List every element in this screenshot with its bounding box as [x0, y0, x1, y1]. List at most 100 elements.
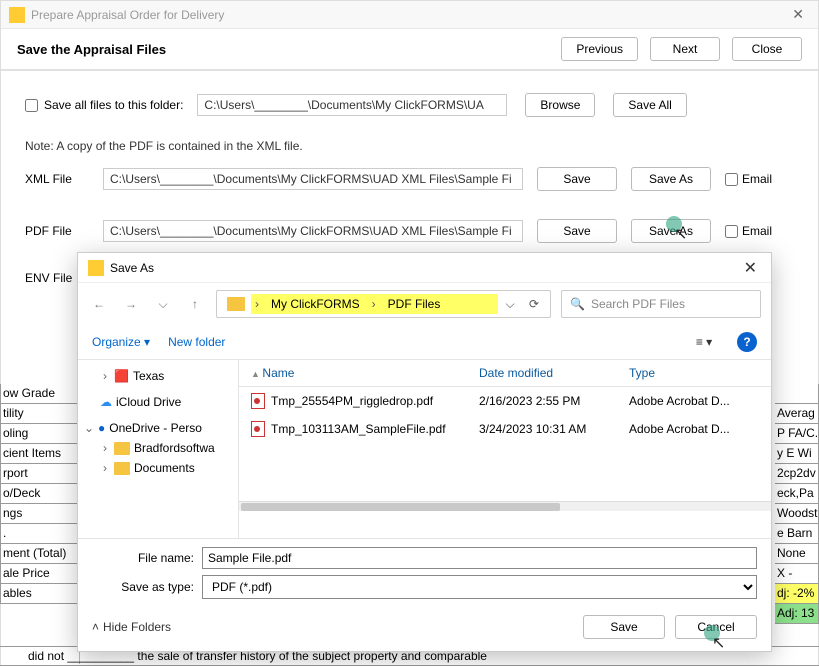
texas-flag-icon: 🟥 [114, 369, 129, 383]
tree-item[interactable]: ⌄ ● OneDrive - Perso [82, 418, 234, 438]
bg-cell: None [775, 544, 819, 564]
tree-label: Texas [133, 369, 164, 383]
saveas-title: Save As [110, 261, 740, 275]
tree-label: Bradfordsoftwa [134, 441, 215, 455]
saveas-close-icon[interactable]: ✕ [740, 258, 761, 278]
bg-cell: o/Deck [0, 484, 79, 504]
tree-label: Documents [134, 461, 195, 475]
file-list: Name Date modified Type Tmp_25554PM_rigg… [238, 360, 771, 538]
file-list-header: Name Date modified Type [239, 360, 771, 387]
file-date: 2/16/2023 2:55 PM [479, 394, 629, 408]
chevron-right-icon[interactable]: › [100, 461, 110, 475]
file-row[interactable]: Tmp_103113AM_SampleFile.pdf 3/24/2023 10… [239, 415, 771, 443]
refresh-icon[interactable]: ⟳ [522, 297, 546, 311]
pdf-icon [251, 393, 265, 409]
bg-cell: 2cp2dv [775, 464, 819, 484]
xml-saveas-button[interactable]: Save As [631, 167, 711, 191]
save-all-path[interactable]: C:\Users\________\Documents\My ClickFORM… [197, 94, 507, 116]
saveas-toolbar: Organize New folder ≡ ▾ ? [78, 325, 771, 359]
chevron-down-icon[interactable]: ⌵ [152, 293, 174, 315]
bg-cell: cient Items [0, 444, 79, 464]
tree-label: iCloud Drive [116, 395, 181, 409]
search-input[interactable]: 🔍 Search PDF Files [561, 290, 761, 318]
xml-path-input[interactable]: C:\Users\________\Documents\My ClickFORM… [103, 168, 523, 190]
breadcrumb-seg[interactable]: PDF Files [380, 294, 449, 314]
background-grid-left: ow Grade tility oling cient Items rport … [0, 384, 80, 664]
search-placeholder: Search PDF Files [591, 297, 685, 311]
view-options-button[interactable]: ≡ ▾ [689, 331, 719, 353]
next-button[interactable]: Next [650, 37, 720, 61]
col-date[interactable]: Date modified [479, 366, 629, 380]
pdf-save-button[interactable]: Save [537, 219, 617, 243]
saveas-form: File name: Save as type: PDF (*.pdf) [78, 539, 771, 609]
bg-cell: tility [0, 404, 79, 424]
onedrive-icon: ● [98, 421, 105, 435]
help-icon[interactable]: ? [737, 332, 757, 352]
bg-cell: . [0, 524, 79, 544]
breadcrumb-seg[interactable]: My ClickFORMS [263, 294, 368, 314]
xml-email-label: Email [742, 172, 772, 186]
pdf-path-input[interactable]: C:\Users\________\Documents\My ClickFORM… [103, 220, 523, 242]
filename-label: File name: [92, 551, 202, 565]
saveas-body: › 🟥 Texas ☁ iCloud Drive ⌄ ● OneDrive - … [78, 359, 771, 539]
chevron-right-icon[interactable]: › [100, 441, 110, 455]
save-all-button[interactable]: Save All [613, 93, 686, 117]
filetype-select[interactable]: PDF (*.pdf) [202, 575, 757, 599]
close-button[interactable]: Close [732, 37, 802, 61]
folder-icon [114, 442, 130, 455]
file-type: Adobe Acrobat D... [629, 422, 759, 436]
pdf-email-checkbox[interactable] [725, 225, 738, 238]
new-folder-button[interactable]: New folder [168, 335, 225, 349]
bg-cell: eck,Pa [775, 484, 819, 504]
filename-input[interactable] [202, 547, 757, 569]
close-icon[interactable]: ✕ [786, 6, 810, 23]
chevron-up-icon: ˄ [92, 620, 99, 634]
hide-folders-button[interactable]: ˄ Hide Folders [92, 620, 171, 634]
bg-cell [775, 384, 819, 404]
folder-tree: › 🟥 Texas ☁ iCloud Drive ⌄ ● OneDrive - … [78, 360, 238, 538]
folder-icon [227, 297, 245, 311]
tree-item[interactable]: › 🟥 Texas [82, 366, 234, 386]
cursor-icon: ↖ [712, 633, 725, 653]
horizontal-scrollbar[interactable] [239, 501, 771, 511]
xml-save-button[interactable]: Save [537, 167, 617, 191]
col-type[interactable]: Type [629, 366, 759, 380]
bg-cell: rport [0, 464, 79, 484]
forward-icon[interactable]: → [120, 293, 142, 315]
tree-item[interactable]: › Bradfordsoftwa [82, 438, 234, 458]
breadcrumb-drop-icon[interactable]: ⌵ [498, 297, 522, 312]
saveas-save-button[interactable]: Save [583, 615, 665, 639]
pdf-email-label: Email [742, 224, 772, 238]
file-type: Adobe Acrobat D... [629, 394, 759, 408]
bg-cell: Woodst [775, 504, 819, 524]
tree-item[interactable]: › Documents [82, 458, 234, 478]
folder-icon [114, 462, 130, 475]
tree-label: OneDrive - Perso [109, 421, 202, 435]
save-all-row: Save all files to this folder: C:\Users\… [25, 93, 794, 117]
bg-cell: X - [775, 564, 819, 584]
breadcrumb[interactable]: › My ClickFORMS › PDF Files ⌵ ⟳ [216, 290, 551, 318]
up-icon[interactable]: ↑ [184, 293, 206, 315]
bg-cell: dj: -2% [775, 584, 819, 604]
header-row: Save the Appraisal Files Previous Next C… [1, 29, 818, 71]
browse-button[interactable]: Browse [525, 93, 595, 117]
xml-email-checkbox[interactable] [725, 173, 738, 186]
bg-cell: ale Price [0, 564, 79, 584]
note-text: Note: A copy of the PDF is contained in … [25, 139, 794, 153]
chevron-right-icon[interactable]: › [100, 369, 110, 383]
back-icon[interactable]: ← [88, 293, 110, 315]
cloud-icon: ☁ [100, 395, 112, 409]
save-as-dialog: Save As ✕ ← → ⌵ ↑ › My ClickFORMS › PDF … [77, 252, 772, 652]
bg-cell: ow Grade [0, 384, 79, 404]
pdf-email-wrapper: Email [725, 224, 805, 238]
save-all-checkbox[interactable] [25, 99, 38, 112]
scrollbar-thumb[interactable] [241, 503, 560, 511]
organize-button[interactable]: Organize [92, 335, 150, 349]
file-date: 3/24/2023 10:31 AM [479, 422, 629, 436]
chevron-down-icon[interactable]: ⌄ [84, 421, 94, 435]
previous-button[interactable]: Previous [561, 37, 638, 61]
file-row[interactable]: Tmp_25554PM_riggledrop.pdf 2/16/2023 2:5… [239, 387, 771, 415]
col-name[interactable]: Name [251, 366, 479, 380]
tree-item[interactable]: ☁ iCloud Drive [82, 392, 234, 412]
xml-label: XML File [25, 172, 89, 186]
